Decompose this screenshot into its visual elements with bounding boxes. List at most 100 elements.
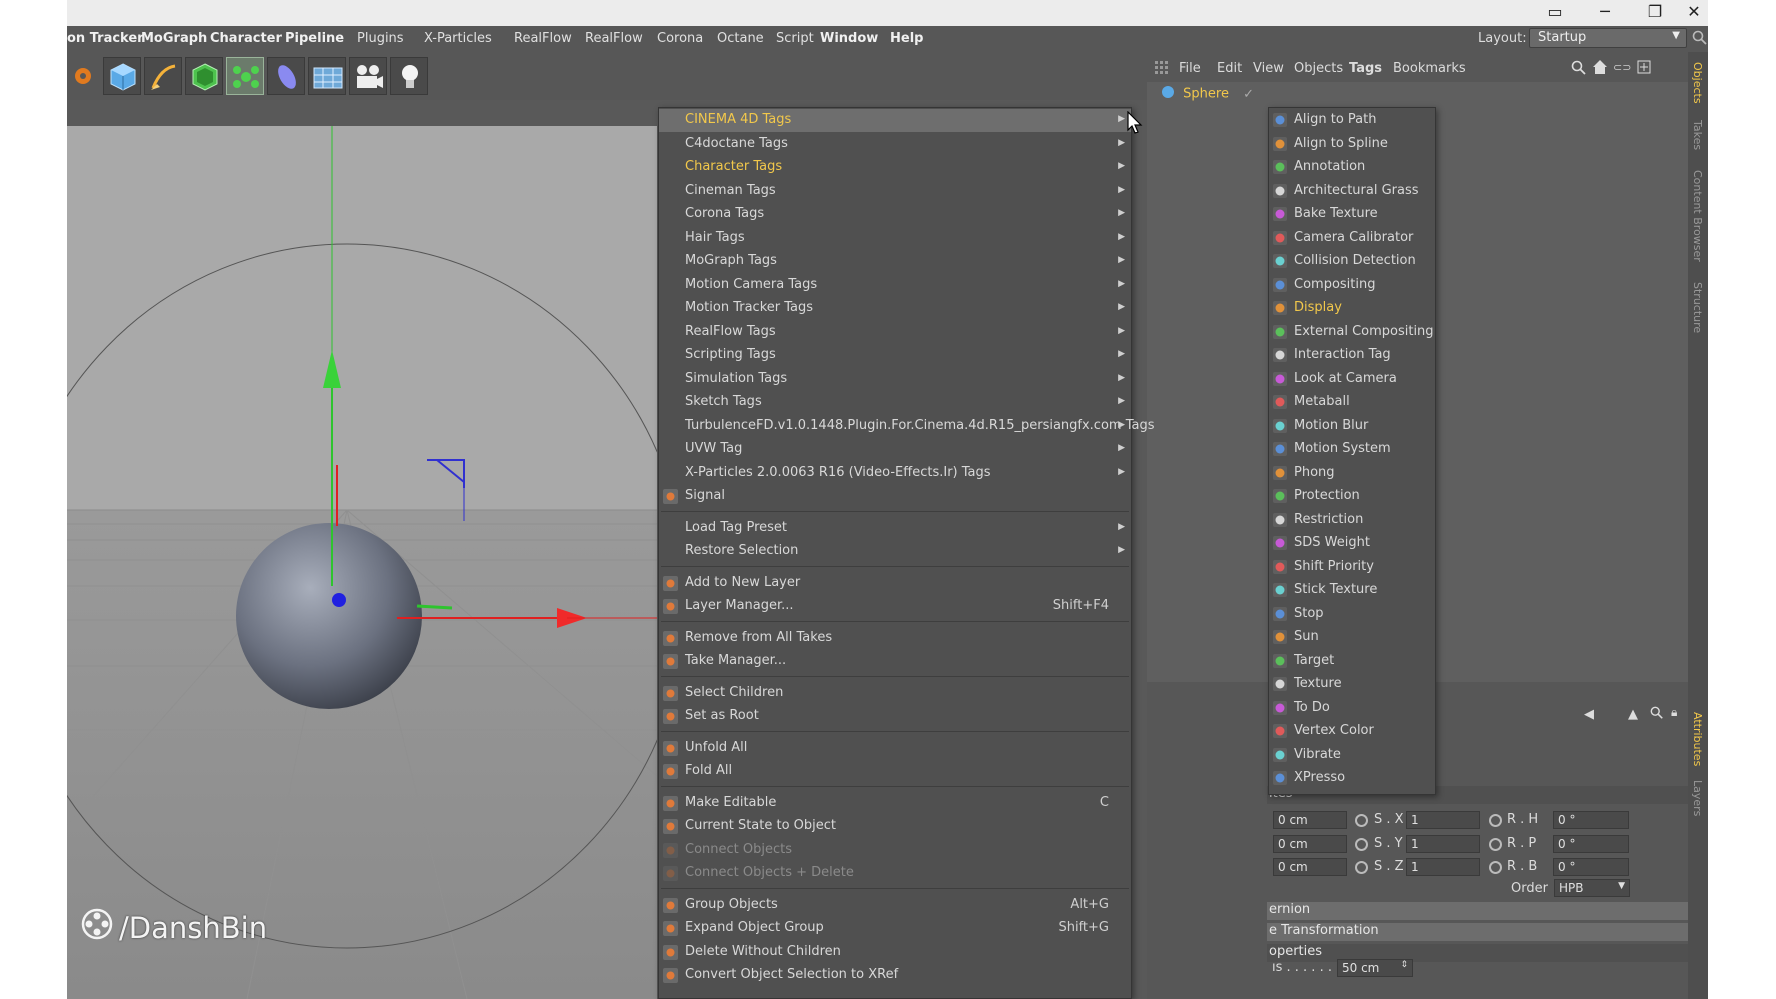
menu-item[interactable]: on Tracker [67,31,144,46]
radio-icon[interactable] [1489,837,1502,851]
cube-icon[interactable] [103,57,141,95]
context-menu-item[interactable]: Group Objects Alt+G [659,894,1131,917]
search-icon[interactable] [1571,60,1587,80]
object-manager-menu-view[interactable]: View [1253,61,1284,76]
object-manager-menu-file[interactable]: File [1179,61,1201,76]
submenu-item[interactable]: Compositing [1269,274,1435,297]
context-menu-item[interactable]: Make Editable C [659,792,1131,815]
context-menu-item[interactable]: Unfold All [659,737,1131,760]
minimize-button[interactable]: ─ [1580,0,1630,26]
radio-icon[interactable] [1489,861,1502,874]
search-icon[interactable] [1692,30,1708,46]
light-icon[interactable] [390,57,428,95]
submenu-item[interactable]: Vertex Color [1269,720,1435,743]
side-tab[interactable]: Content Browser [1691,170,1704,262]
search-icon[interactable] [1650,706,1664,724]
submenu-item[interactable]: Bake Texture [1269,203,1435,226]
submenu-item[interactable]: Display [1269,297,1435,320]
close-button[interactable]: ✕ [1680,0,1708,26]
context-menu-item[interactable]: Sketch Tags ▶ [659,391,1131,414]
menu-item[interactable]: Pipeline [285,31,344,46]
stepper-icon[interactable]: ⇕ [1400,960,1408,970]
menu-item[interactable]: RealFlow [514,31,572,46]
submenu-item[interactable]: Restriction [1269,509,1435,532]
context-menu-item[interactable]: Expand Object Group Shift+G [659,917,1131,940]
subdivision-icon[interactable] [185,57,223,95]
new-panel-icon[interactable] [1637,60,1651,78]
context-menu-item[interactable]: Motion Tracker Tags ▶ [659,297,1131,320]
position-field[interactable]: 0 cm [1273,811,1347,829]
context-menu-item[interactable]: Delete Without Children [659,941,1131,964]
context-menu-item[interactable]: Set as Root [659,705,1131,728]
submenu-item[interactable]: Camera Calibrator [1269,227,1435,250]
order-select[interactable]: HPB ▼ [1554,879,1630,897]
context-menu-item[interactable]: Take Manager... [659,650,1131,673]
lock-icon[interactable]: 🔒︎ [1671,705,1677,720]
submenu-item[interactable]: SDS Weight [1269,532,1435,555]
attribute-section-bar[interactable]: e Transformation [1267,923,1688,941]
context-menu-item[interactable]: Remove from All Takes [659,627,1131,650]
menu-item[interactable]: Help [890,31,923,46]
side-tab[interactable]: Structure [1691,282,1704,333]
object-manager-menu-tags[interactable]: Tags [1349,61,1382,76]
context-menu-item[interactable]: Select Children [659,682,1131,705]
context-menu-item[interactable]: C4doctane Tags ▶ [659,133,1131,156]
context-menu-item[interactable]: Corona Tags ▶ [659,203,1131,226]
attribute-section-bar[interactable]: ernion [1267,902,1688,920]
context-menu-item[interactable]: TurbulenceFD.v1.0.1448.Plugin.For.Cinema… [659,415,1155,438]
submenu-item[interactable]: Align to Spline [1269,133,1435,156]
submenu-item[interactable]: Stop [1269,603,1435,626]
context-menu-item[interactable]: Signal [659,485,1131,508]
deformer-icon[interactable] [267,57,305,95]
mograph-cloner-icon[interactable] [226,57,264,95]
object-manager-menu-objects[interactable]: Objects [1294,61,1343,76]
submenu-item[interactable]: Shift Priority [1269,556,1435,579]
position-field[interactable]: 0 cm [1273,834,1347,853]
submenu-item[interactable]: Vibrate [1269,744,1435,767]
maximize-button[interactable]: ❐ [1630,0,1680,26]
submenu-item[interactable]: Architectural Grass [1269,180,1435,203]
menu-item[interactable]: Octane [717,31,764,46]
context-menu-item[interactable]: Restore Selection ▶ [659,540,1131,563]
context-menu-item[interactable]: X-Particles 2.0.0063 R16 (Video-Effects.… [659,462,1131,485]
object-manager-menu-bookmarks[interactable]: Bookmarks [1393,61,1466,76]
up-arrow-icon[interactable]: ▲ [1628,707,1638,722]
submenu-item[interactable]: Metaball [1269,391,1435,414]
submenu-item[interactable]: External Compositing [1269,321,1435,344]
menu-item[interactable]: Window [820,31,878,46]
radio-icon[interactable] [1355,837,1368,851]
side-tab[interactable]: Takes [1691,120,1704,150]
submenu-item[interactable]: Motion System [1269,438,1435,461]
rotation-field[interactable]: 0 ° [1553,834,1629,853]
context-menu-item[interactable]: UVW Tag ▶ [659,438,1131,461]
scale-field[interactable]: 1 [1406,834,1480,853]
object-manager-menu-edit[interactable]: Edit [1217,61,1242,76]
camera-icon[interactable] [349,57,387,95]
3d-viewport[interactable]: /DanshBin [67,126,657,999]
layout-select[interactable]: Startup ▼ [1529,28,1687,48]
context-menu-item[interactable]: Add to New Layer [659,572,1131,595]
scene-grid-icon[interactable] [308,57,346,95]
side-tab[interactable]: Layers [1691,780,1704,816]
radio-icon[interactable] [1355,814,1368,827]
submenu-item[interactable]: To Do [1269,697,1435,720]
radius-field[interactable]: 50 cm ⇕ [1337,959,1413,977]
context-menu-item[interactable]: Hair Tags ▶ [659,227,1131,250]
context-menu-item[interactable]: Layer Manager... Shift+F4 [659,595,1131,618]
restore-icon[interactable]: ▭ [1530,0,1580,26]
context-menu-item[interactable]: MoGraph Tags ▶ [659,250,1131,273]
grid-icon[interactable] [1155,61,1169,79]
context-menu-item[interactable]: Current State to Object [659,815,1131,838]
submenu-item[interactable]: Collision Detection [1269,250,1435,273]
checkmark-icon[interactable]: ✓ [1243,87,1254,102]
context-menu-item[interactable]: Cineman Tags ▶ [659,180,1131,203]
context-menu-item[interactable]: CINEMA 4D Tags ▶ [659,109,1131,132]
tree-row-sphere[interactable]: Sphere ✓ [1161,85,1254,103]
menu-item[interactable]: Character [210,31,282,46]
submenu-item[interactable]: Protection [1269,485,1435,508]
submenu-item[interactable]: Interaction Tag [1269,344,1435,367]
submenu-item[interactable]: Phong [1269,462,1435,485]
back-arrow-icon[interactable]: ◀ [1584,707,1594,722]
context-menu-item[interactable]: Scripting Tags ▶ [659,344,1131,367]
rotation-field[interactable]: 0 ° [1553,858,1629,876]
